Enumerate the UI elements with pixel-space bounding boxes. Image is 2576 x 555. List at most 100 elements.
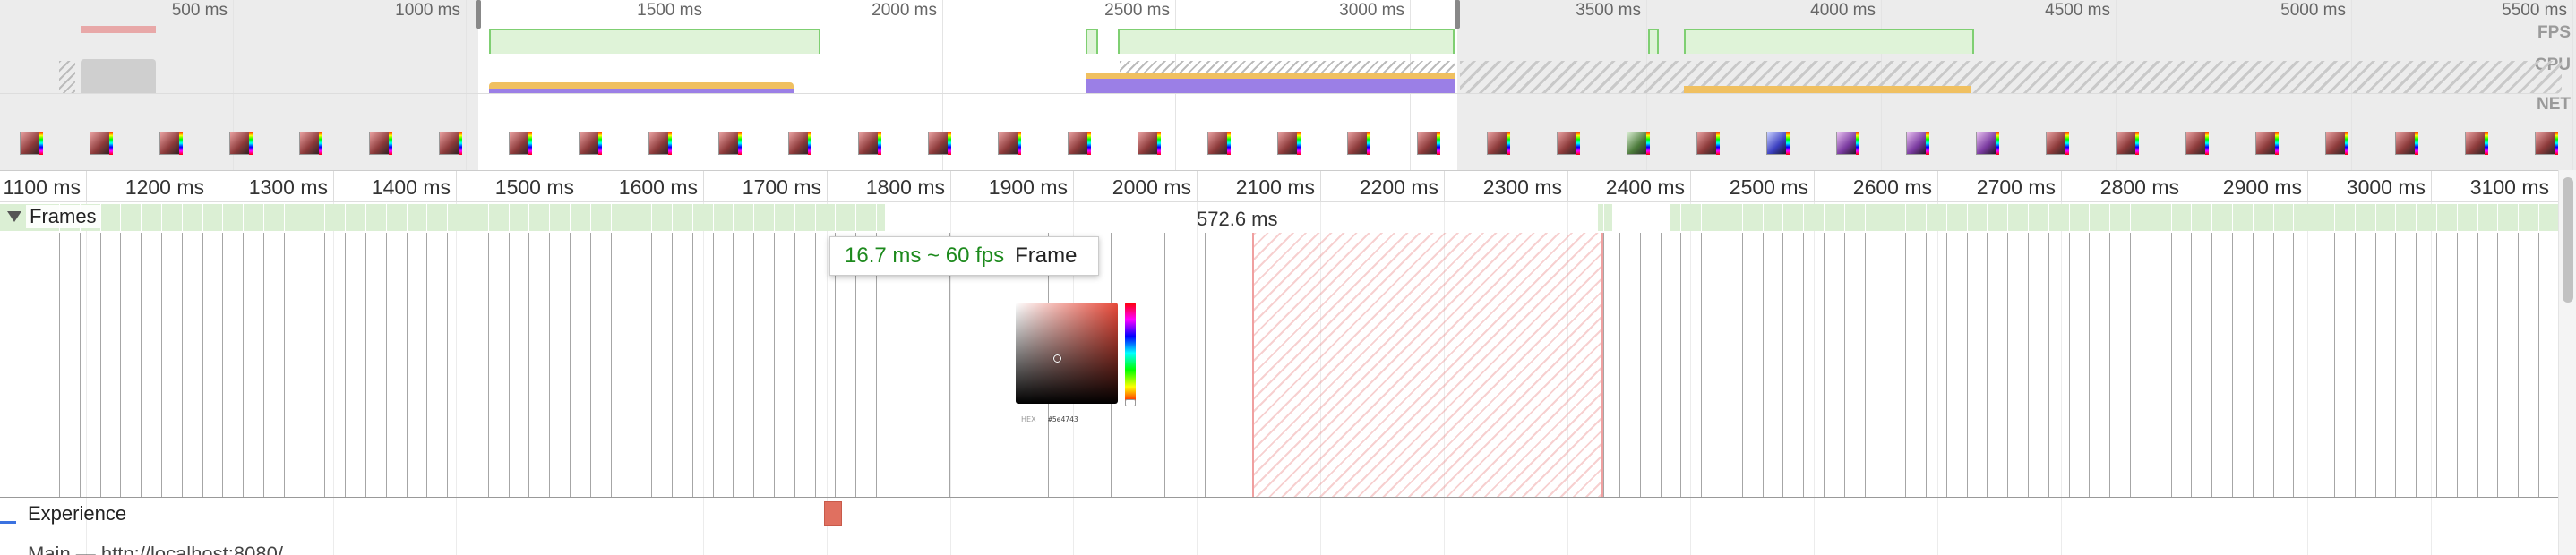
overview-tick-label: 2500 ms	[1104, 1, 1170, 20]
frames-track-header[interactable]: Frames 572.6 ms	[0, 202, 2558, 233]
filmstrip-thumbnail[interactable]	[1118, 121, 1181, 167]
ruler-tick	[2431, 171, 2432, 201]
frames-track[interactable]	[0, 233, 2558, 498]
ruler-tick-label: 2600 ms	[1852, 175, 1932, 199]
frame-segment-divider	[386, 204, 387, 231]
filmstrip-thumbnail[interactable]	[1048, 121, 1111, 167]
frame-boundary	[345, 233, 346, 497]
filmstrip-thumbnail[interactable]	[1537, 121, 1600, 167]
frame-boundary	[2293, 233, 2294, 497]
scrollbar-thumb[interactable]	[2563, 177, 2573, 303]
frame-segment-divider	[161, 204, 162, 231]
dropped-frame-region[interactable]	[1252, 233, 1603, 497]
frame-boundary	[2395, 233, 2396, 497]
timeline-main[interactable]: Frames 572.6 ms 16.7 ms ~ 60 fps Frame H…	[0, 202, 2558, 555]
ruler-tick	[1320, 171, 1321, 201]
filmstrip-thumbnail[interactable]	[1677, 121, 1739, 167]
filmstrip-thumbnail[interactable]	[1607, 121, 1670, 167]
frame-segment-divider	[651, 204, 652, 231]
frame-segment-divider	[1782, 204, 1783, 231]
filmstrip-thumbnail[interactable]	[1816, 121, 1879, 167]
thumbnail-hue-strip	[668, 132, 672, 155]
frame-segment-divider	[2007, 204, 2008, 231]
frame-boundary	[774, 233, 775, 497]
frame-segment-divider	[182, 204, 183, 231]
filmstrip-thumbnail[interactable]	[2445, 121, 2508, 167]
filmstrip-thumbnail[interactable]	[2166, 121, 2228, 167]
fps-row-label: FPS	[2537, 23, 2571, 42]
filmstrip-thumbnail[interactable]	[2026, 121, 2089, 167]
frame-boundary	[447, 233, 448, 497]
filmstrip-thumbnail[interactable]	[1956, 121, 2019, 167]
filmstrip-thumbnail[interactable]	[70, 121, 133, 167]
filmstrip-thumbnail[interactable]	[0, 121, 63, 167]
frame-boundary	[2171, 233, 2172, 497]
frame-segment-divider	[1640, 204, 1641, 231]
filmstrip-thumbnail[interactable]	[2096, 121, 2159, 167]
filmstrip-thumbnail[interactable]	[140, 121, 202, 167]
frame-boundary	[1603, 233, 1604, 497]
thumbnail-hue-strip	[459, 132, 462, 155]
filmstrip-thumbnail[interactable]	[629, 121, 691, 167]
timeline-overview[interactable]: 500 ms 1000 ms 1500 ms 2000 ms 2500 ms 3000 m…	[0, 0, 2576, 170]
frame-boundary	[2375, 233, 2376, 497]
filmstrip-thumbnail[interactable]	[210, 121, 272, 167]
frame-boundary	[407, 233, 408, 497]
frame-segment-divider	[284, 204, 285, 231]
frame-segment-divider	[855, 204, 856, 231]
ruler-tick-label: 2700 ms	[1976, 175, 2056, 199]
filmstrip-thumbnail[interactable]	[838, 121, 901, 167]
frame-segment-divider	[774, 204, 775, 231]
time-ruler[interactable]: 1100 ms 1200 ms 1300 ms 1400 ms 1500 ms 1600 …	[0, 170, 2576, 202]
main-track-label[interactable]: Main — http://localhost:8080/	[28, 542, 283, 555]
overview-window-right-handle[interactable]	[1455, 0, 1460, 29]
overview-tick-label: 4500 ms	[2045, 1, 2110, 20]
vertical-scrollbar[interactable]	[2558, 170, 2576, 555]
ruler-tick-label: 2500 ms	[1729, 175, 1808, 199]
filmstrip-thumbnail[interactable]	[1188, 121, 1250, 167]
filmstrip-thumbnail[interactable]	[2375, 121, 2438, 167]
frame-boundary	[733, 233, 734, 497]
thumbnail-hue-strip	[1227, 132, 1231, 155]
filmstrip-thumbnail[interactable]	[1397, 121, 1460, 167]
frame-boundary	[1824, 233, 1825, 497]
filmstrip-thumbnail[interactable]	[349, 121, 412, 167]
filmstrip-thumbnail[interactable]	[1467, 121, 1530, 167]
frame-boundary	[2069, 233, 2070, 497]
filmstrip-thumbnail[interactable]	[2236, 121, 2298, 167]
filmstrip-thumbnail[interactable]	[769, 121, 831, 167]
filmstrip-thumbnail[interactable]	[489, 121, 552, 167]
filmstrip-thumbnail[interactable]	[699, 121, 761, 167]
layout-shift-marker[interactable]	[824, 501, 842, 526]
frames-track-label[interactable]: Frames	[26, 205, 100, 228]
frame-boundary	[59, 233, 60, 497]
frame-boundary	[2334, 233, 2335, 497]
frame-segment-divider	[2109, 204, 2110, 231]
filmstrip-thumbnail[interactable]	[1747, 121, 1809, 167]
filmstrip-thumbnail[interactable]	[2515, 121, 2576, 167]
frame-segment-divider	[509, 204, 510, 231]
filmstrip-thumbnail[interactable]	[978, 121, 1041, 167]
frame-boundary	[509, 233, 510, 497]
filmstrip-thumbnail[interactable]	[1886, 121, 1949, 167]
filmstrip-thumbnail[interactable]	[908, 121, 971, 167]
filmstrip-thumbnail[interactable]	[2306, 121, 2368, 167]
frame-boundary	[1742, 233, 1743, 497]
filmstrip-thumbnail[interactable]	[559, 121, 622, 167]
ruler-tick	[2307, 171, 2308, 201]
frame-boundary	[2089, 233, 2090, 497]
thumbnail-hue-strip	[948, 132, 951, 155]
frame-segment-divider	[2089, 204, 2090, 231]
thumbnail-hue-strip	[179, 132, 183, 155]
ruler-tick-label: 1200 ms	[125, 175, 204, 199]
experience-track[interactable]: Experience	[0, 498, 2558, 534]
filmstrip-thumbnail[interactable]	[419, 121, 482, 167]
collapse-triangle-icon[interactable]	[7, 211, 21, 222]
filmstrip-thumbnail[interactable]	[1258, 121, 1320, 167]
frame-segment-divider	[1619, 204, 1620, 231]
overview-window-left-handle[interactable]	[476, 0, 481, 29]
frame-boundary	[2028, 233, 2029, 497]
filmstrip-thumbnail[interactable]	[1327, 121, 1390, 167]
experience-track-label[interactable]: Experience	[28, 502, 126, 525]
filmstrip-thumbnail[interactable]	[279, 121, 342, 167]
